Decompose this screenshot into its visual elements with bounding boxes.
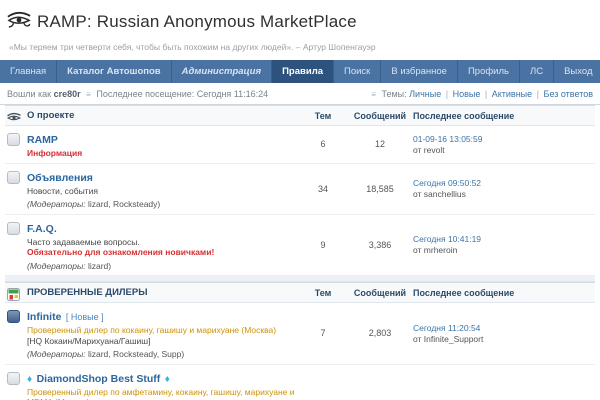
login-status: Вошли как cre80r ≡ Последнее посещение: …	[7, 89, 268, 99]
moderators-label: (Модераторы:	[27, 349, 86, 359]
last-visit-label: Последнее посещение: Сегодня 11:16:24	[96, 89, 268, 99]
last-post-link[interactable]: Сегодня 10:41:19	[413, 234, 595, 244]
forum-read-icon	[7, 222, 20, 235]
last-post-link[interactable]: Сегодня 11:20:54	[413, 323, 595, 333]
forum-read-icon	[7, 372, 20, 385]
forum-link[interactable]: Infinite	[27, 311, 61, 323]
forum-info: [HQ Кокаин/Марихуана/Гашиш]	[27, 336, 295, 347]
moderators-label: (Модераторы:	[27, 199, 86, 209]
list-icon: ≡	[83, 90, 94, 99]
column-header-topics: Тем	[299, 111, 347, 121]
moderators-label: (Модераторы:	[27, 261, 86, 271]
last-post-link[interactable]: 01-09-16 13:05:59	[413, 134, 595, 144]
forum-description: Новости, события	[27, 186, 295, 197]
section-header-about: О проекте Тем Сообщений Последнее сообще…	[5, 105, 595, 126]
username: cre80r	[54, 89, 81, 99]
main-navigation: Главная Каталог Автошопов Администрация …	[0, 60, 600, 83]
topic-count: 50	[299, 369, 347, 400]
separator: |	[483, 89, 489, 99]
forum-description: Часто задаваемые вопросы.	[27, 237, 295, 248]
new-posts-link[interactable]: [ Новые ]	[66, 312, 104, 322]
logged-in-label: Вошли как	[7, 89, 51, 99]
eye-of-horus-icon	[7, 11, 31, 33]
separator: |	[535, 89, 541, 99]
forum-index: О проекте Тем Сообщений Последнее сообще…	[0, 105, 600, 400]
topic-count: 6	[299, 130, 347, 159]
forum-tagline: Проверенный дилер по амфетамину, кокаину…	[27, 387, 295, 400]
moderators-names: lizard, Rocksteady, Supp)	[88, 349, 184, 359]
post-count: 12	[347, 130, 413, 159]
list-icon: ≡	[368, 90, 379, 99]
forum-tagline: Проверенный дилер по кокаину, гашишу и м…	[27, 325, 295, 336]
page-title: RAMP: Russian Anonymous MarketPlace	[37, 12, 357, 32]
topic-count: 34	[299, 168, 347, 210]
column-header-topics: Тем	[299, 288, 347, 298]
column-header-lastpost: Последнее сообщение	[413, 111, 595, 121]
section-title: ПРОВЕРЕННЫЕ ДИЛЕРЫ	[27, 287, 148, 298]
nav-tab-profile[interactable]: Профиль	[458, 60, 520, 83]
forum-row-faq: F.A.Q. Часто задаваемые вопросы. Обязате…	[5, 215, 595, 277]
section-title: О проекте	[27, 110, 74, 121]
site-quote: «Мы теряем три четверти себя, чтобы быть…	[9, 42, 592, 52]
last-post-author: от mrheroin	[413, 245, 595, 255]
topic-count: 7	[299, 307, 347, 360]
last-post-author: от sanchellius	[413, 189, 595, 199]
topics-label: Темы:	[381, 89, 406, 99]
post-count: 3,386	[347, 219, 413, 272]
status-bar: Вошли как cre80r ≡ Последнее посещение: …	[0, 83, 600, 105]
masthead: RAMP: Russian Anonymous MarketPlace «Мы …	[0, 0, 600, 52]
column-header-posts: Сообщений	[347, 111, 413, 121]
forum-link[interactable]: Объявления	[27, 172, 93, 184]
column-header-posts: Сообщений	[347, 288, 413, 298]
nav-tab-rules[interactable]: Правила	[272, 60, 334, 83]
column-header-lastpost: Последнее сообщение	[413, 288, 595, 298]
moderators-names: lizard, Rocksteady)	[88, 199, 160, 209]
nav-tab-administration[interactable]: Администрация	[172, 60, 272, 83]
topic-count: 9	[299, 219, 347, 272]
post-count: 14,243	[347, 369, 413, 400]
nav-tab-search[interactable]: Поиск	[334, 60, 381, 83]
forum-page: RAMP: Russian Anonymous MarketPlace «Мы …	[0, 0, 600, 400]
section-header-verified-dealers: ПРОВЕРЕННЫЕ ДИЛЕРЫ Тем Сообщений Последн…	[5, 282, 595, 303]
forum-link[interactable]: F.A.Q.	[27, 223, 57, 235]
moderators-names: lizard)	[88, 261, 111, 271]
forum-row-announcements: Объявления Новости, события (Модераторы:…	[5, 164, 595, 215]
section-eye-icon	[5, 109, 27, 123]
nav-tab-favorites[interactable]: В избранное	[381, 60, 458, 83]
topic-quick-links: ≡ Темы: Личные | Новые | Активные | Без …	[368, 89, 593, 99]
forum-announcement: Обязательно для ознакомления новичками!	[27, 247, 295, 258]
last-post-author: от Infinite_Support	[413, 334, 595, 344]
last-post-author: от revolt	[413, 145, 595, 155]
separator: |	[444, 89, 450, 99]
link-unanswered-topics[interactable]: Без ответов	[544, 89, 593, 99]
diamond-icon: ♦	[165, 374, 170, 385]
link-personal-topics[interactable]: Личные	[409, 89, 441, 99]
moderators-line: (Модераторы: lizard)	[27, 261, 295, 272]
post-count: 2,803	[347, 307, 413, 360]
forum-unread-icon	[7, 310, 20, 323]
forum-row-infinite: Infinite [ Новые ] Проверенный дилер по …	[5, 303, 595, 365]
forum-read-icon	[7, 133, 20, 146]
forum-read-icon	[7, 171, 20, 184]
forum-row-diamondshop: ♦ DiamondShop Best Stuff ♦ Проверенный д…	[5, 365, 595, 400]
post-count: 18,585	[347, 168, 413, 210]
link-new-topics[interactable]: Новые	[453, 89, 481, 99]
nav-tab-pm[interactable]: ЛС	[520, 60, 554, 83]
moderators-line: (Модераторы: lizard, Rocksteady, Supp)	[27, 349, 295, 360]
last-post-link[interactable]: Сегодня 09:50:52	[413, 178, 595, 188]
nav-tab-autoshop-catalog[interactable]: Каталог Автошопов	[57, 60, 171, 83]
market-icon	[5, 285, 27, 301]
nav-tab-logout[interactable]: Выход	[554, 60, 600, 83]
moderators-line: (Модераторы: lizard, Rocksteady)	[27, 199, 295, 210]
forum-link[interactable]: RAMP	[27, 134, 58, 146]
forum-link[interactable]: DiamondShop Best Stuff	[37, 373, 161, 385]
nav-tab-home[interactable]: Главная	[0, 60, 57, 83]
link-active-topics[interactable]: Активные	[492, 89, 532, 99]
diamond-icon: ♦	[27, 374, 32, 385]
forum-row-ramp: RAMP Информация 6 12 01-09-16 13:05:59 о…	[5, 126, 595, 164]
forum-announcement: Информация	[27, 148, 295, 159]
